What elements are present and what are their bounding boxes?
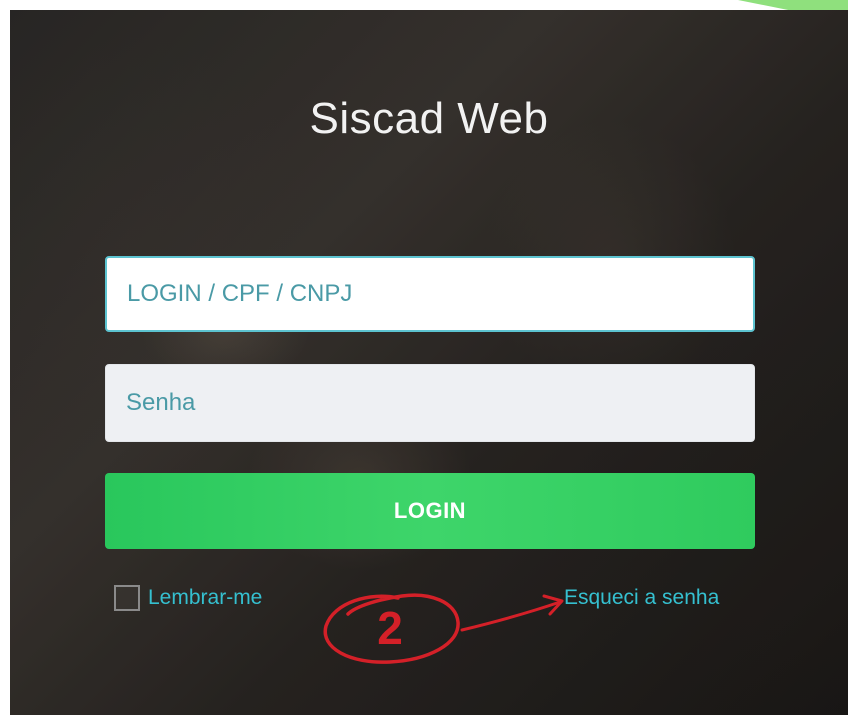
login-button[interactable]: LOGIN <box>105 473 755 549</box>
page: Siscad Web LOGIN Lembrar-me Esqueci a se… <box>0 0 848 715</box>
step-annotation: 2 <box>323 593 564 664</box>
login-input[interactable] <box>105 256 755 332</box>
login-panel: Siscad Web LOGIN Lembrar-me Esqueci a se… <box>10 10 848 715</box>
annotation-arrow <box>460 600 562 632</box>
remember-me-checkbox[interactable] <box>114 585 140 611</box>
step-number: 2 <box>377 602 403 654</box>
forgot-password-link[interactable]: Esqueci a senha <box>564 586 719 610</box>
password-input[interactable] <box>105 364 755 442</box>
remember-me[interactable]: Lembrar-me <box>114 585 262 611</box>
app-title: Siscad Web <box>309 94 549 143</box>
remember-me-label: Lembrar-me <box>148 586 263 609</box>
